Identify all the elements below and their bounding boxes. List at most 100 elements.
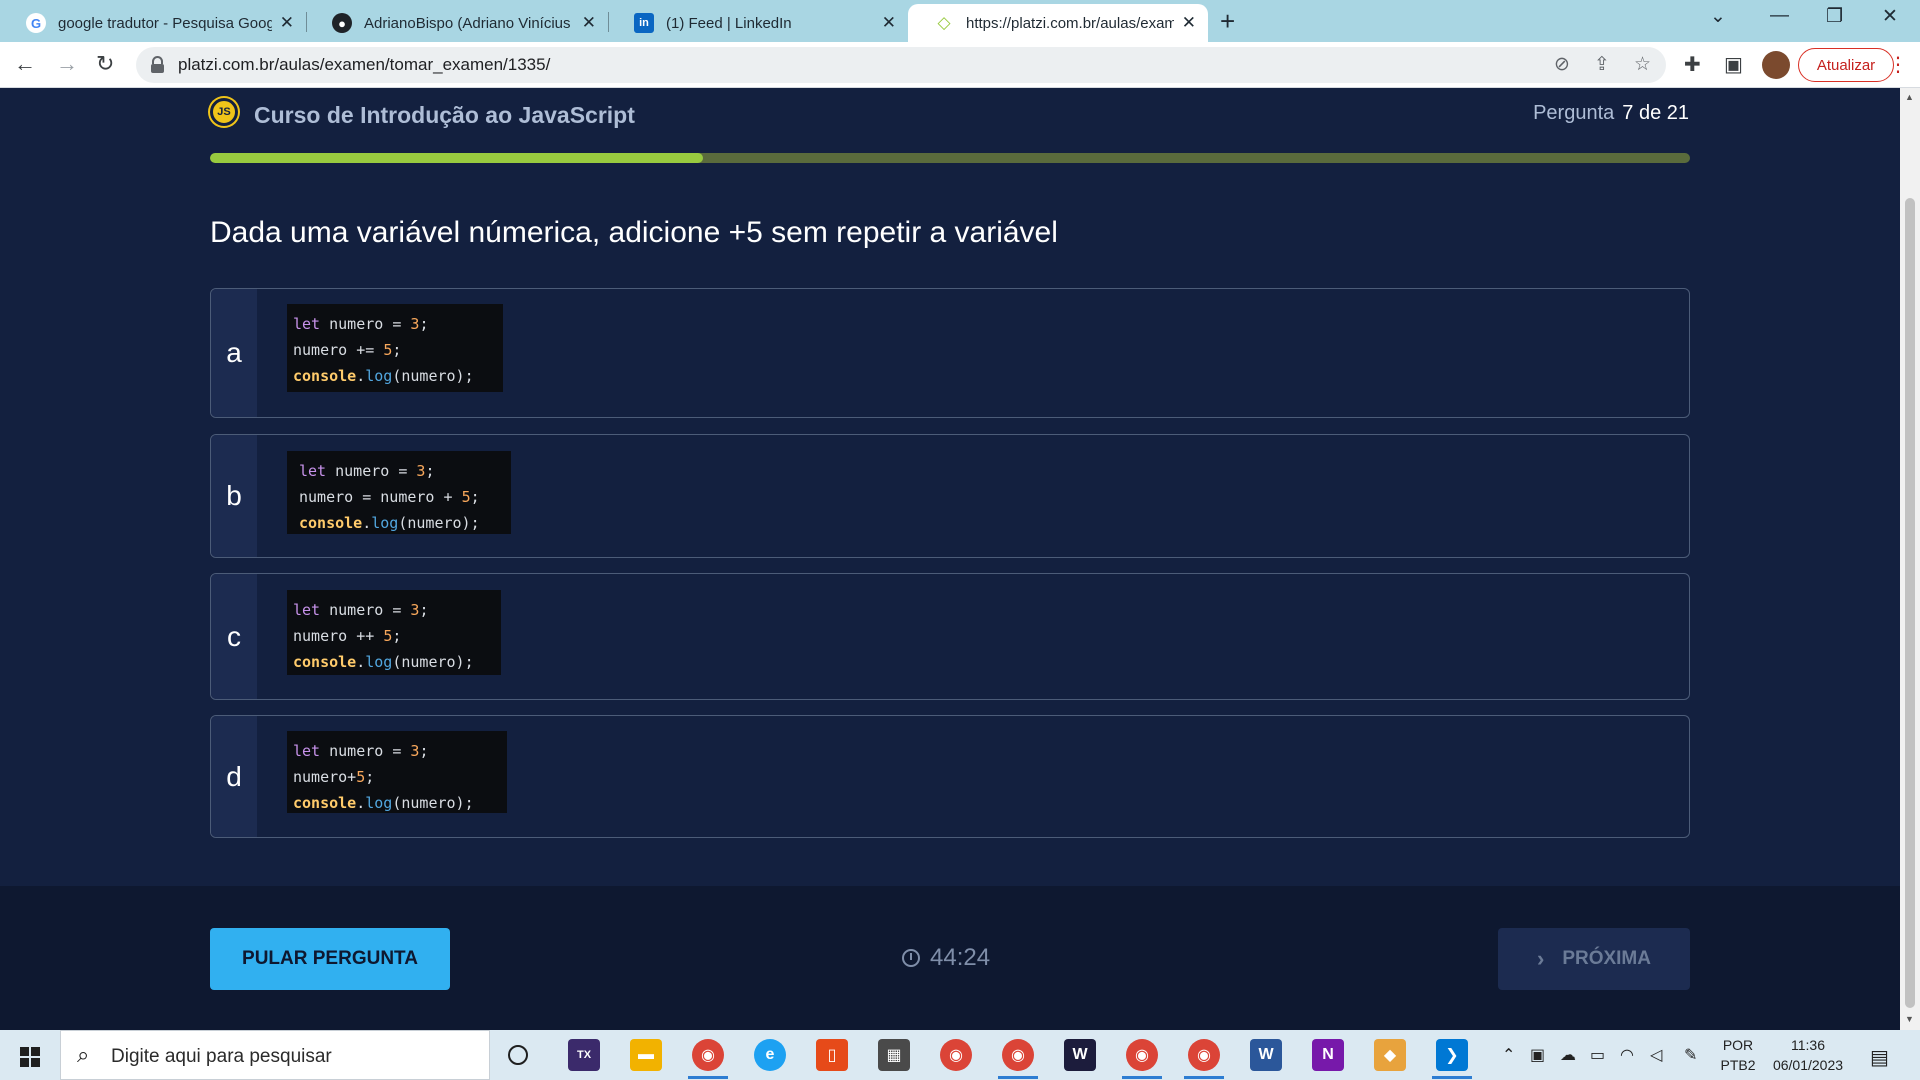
url-text[interactable]: platzi.com.br/aulas/examen/tomar_examen/… <box>178 55 550 75</box>
app-active-indicator <box>688 1076 728 1079</box>
word-icon[interactable]: W <box>1250 1039 1282 1071</box>
office-icon[interactable]: ▯ <box>816 1039 848 1071</box>
code-line: let numero = 3; <box>299 462 435 480</box>
search-placeholder: Digite aqui para pesquisar <box>111 1046 332 1067</box>
edge-icon[interactable]: e <box>754 1039 786 1071</box>
chrome-app-icon[interactable]: ◉ <box>1126 1039 1158 1071</box>
reload-icon[interactable]: ↻ <box>96 51 114 77</box>
exam-timer: 44:24 <box>902 944 990 972</box>
answer-option-c[interactable]: c let numero = 3; numero ++ 5; console.log… <box>210 573 1690 700</box>
wifi-icon[interactable]: ◠ <box>1620 1045 1634 1065</box>
forward-icon[interactable]: → <box>56 51 78 77</box>
code-line: let numero = 3; <box>293 742 429 760</box>
option-letter: d <box>211 716 257 837</box>
browser-toolbar: ← → ↻ platzi.com.br/aulas/examen/tomar_e… <box>0 42 1920 88</box>
texstudio-icon[interactable]: TX <box>568 1039 600 1071</box>
extensions-icon[interactable]: ✚ <box>1684 52 1701 77</box>
app-active-indicator <box>998 1076 1038 1079</box>
tab-search-icon[interactable]: ⌄ <box>1710 5 1726 28</box>
answer-option-b[interactable]: b let numero = 3; numero = numero + 5; con… <box>210 434 1690 558</box>
stopwatch-icon <box>902 949 920 967</box>
course-title: Curso de Introdução ao JavaScript <box>254 102 635 128</box>
close-icon[interactable]: ✕ <box>882 13 896 33</box>
next-question-button[interactable]: › PRÓXIMA <box>1498 928 1690 990</box>
onenote-icon[interactable]: N <box>1312 1039 1344 1071</box>
address-bar[interactable]: platzi.com.br/aulas/examen/tomar_examen/… <box>136 47 1666 83</box>
new-tab-icon[interactable]: + <box>1220 6 1235 37</box>
lock-icon[interactable] <box>151 56 164 73</box>
back-icon[interactable]: ← <box>14 51 36 77</box>
windows-start-icon[interactable] <box>20 1047 40 1067</box>
webex-icon[interactable]: W <box>1064 1039 1096 1071</box>
scroll-down-icon[interactable]: ▼ <box>1905 1014 1914 1024</box>
meet-now-icon[interactable]: ▣ <box>1530 1045 1545 1065</box>
code-snippet: let numero = 3; numero ++ 5; console.log(n… <box>287 590 501 675</box>
browser-tab-linkedin[interactable]: in (1) Feed | LinkedIn ✕ <box>608 4 908 42</box>
exam-page: JS Curso de Introdução ao JavaScript Per… <box>0 88 1900 1030</box>
question-counter-label: Pergunta <box>1533 102 1615 124</box>
minimize-icon[interactable]: — <box>1770 5 1789 27</box>
share-icon[interactable]: ⇪ <box>1594 53 1610 76</box>
browser-tab-google[interactable]: G google tradutor - Pesquisa Goog ✕ <box>0 4 306 42</box>
exam-progress-fill <box>210 153 703 163</box>
close-icon[interactable]: ✕ <box>582 13 596 33</box>
tab-title: https://platzi.com.br/aulas/exam <box>966 14 1174 32</box>
battery-icon[interactable]: ▭ <box>1590 1045 1605 1065</box>
question-counter: Pergunta 7 de 21 <box>1533 102 1689 125</box>
clock-date: 06/01/2023 <box>1772 1057 1844 1073</box>
cortana-icon[interactable] <box>508 1045 528 1065</box>
eye-off-icon[interactable]: ⊘ <box>1554 53 1570 76</box>
profile-avatar[interactable] <box>1762 51 1790 79</box>
restore-icon[interactable]: ❐ <box>1826 5 1843 28</box>
notifications-icon[interactable]: ▤ <box>1870 1045 1889 1070</box>
show-hidden-icons-chevron-icon[interactable]: ⌃ <box>1502 1045 1515 1065</box>
code-line: let numero = 3; <box>293 601 429 619</box>
close-window-icon[interactable]: ✕ <box>1882 5 1898 28</box>
option-letter: c <box>211 574 257 699</box>
more-menu-icon[interactable]: ⋮ <box>1888 52 1908 77</box>
chrome-profile-icon[interactable]: ◉ <box>692 1039 724 1071</box>
chevron-right-icon: › <box>1536 946 1545 971</box>
side-panel-icon[interactable]: ▣ <box>1724 52 1743 77</box>
answer-option-a[interactable]: a let numero = 3; numero += 5; console.log… <box>210 288 1690 418</box>
app-active-indicator <box>1122 1076 1162 1079</box>
calculator-icon[interactable]: ▦ <box>878 1039 910 1071</box>
update-button[interactable]: Atualizar <box>1798 48 1894 82</box>
volume-icon[interactable]: ◁ <box>1650 1045 1662 1065</box>
platzi-icon: ◇ <box>934 13 954 33</box>
scroll-up-icon[interactable]: ▲ <box>1905 92 1914 102</box>
next-label: PRÓXIMA <box>1562 948 1651 969</box>
browser-tab-strip: G google tradutor - Pesquisa Goog ✕ ● Ad… <box>0 0 1920 42</box>
code-line: let numero = 3; <box>293 315 429 333</box>
code-line: console.log(numero); <box>293 367 474 385</box>
chrome-icon[interactable]: ◉ <box>940 1039 972 1071</box>
exam-progress-bar <box>210 153 1690 163</box>
pen-icon[interactable]: ✎ <box>1684 1045 1697 1065</box>
tab-title: (1) Feed | LinkedIn <box>666 14 792 32</box>
git-kraken-icon[interactable]: ◆ <box>1374 1039 1406 1071</box>
system-clock[interactable]: 11:36 06/01/2023 <box>1766 1035 1850 1075</box>
chrome-active-icon[interactable]: ◉ <box>1002 1039 1034 1071</box>
linkedin-icon: in <box>634 13 654 33</box>
input-language[interactable]: POR PTB2 <box>1716 1035 1760 1075</box>
tab-title: google tradutor - Pesquisa Goog <box>58 14 272 32</box>
page-scrollbar[interactable]: ▲ ▼ <box>1900 88 1920 1030</box>
browser-tab-github[interactable]: ● AdrianoBispo (Adriano Vinícius B ✕ <box>306 4 608 42</box>
close-icon[interactable]: ✕ <box>1182 13 1196 33</box>
code-line: numero ++ 5; <box>293 627 402 645</box>
taskbar-search-box[interactable]: ⌕ Digite aqui para pesquisar <box>60 1030 490 1080</box>
browser-tab-platzi[interactable]: ◇ https://platzi.com.br/aulas/exam ✕ <box>908 4 1208 42</box>
bookmark-star-icon[interactable]: ☆ <box>1634 53 1651 76</box>
chrome-user-icon[interactable]: ◉ <box>1188 1039 1220 1071</box>
code-line: numero = numero + 5; <box>299 488 480 506</box>
google-icon: G <box>26 13 46 33</box>
tab-title: AdrianoBispo (Adriano Vinícius B <box>364 14 574 32</box>
vscode-icon[interactable]: ❯ <box>1436 1039 1468 1071</box>
scrollbar-thumb[interactable] <box>1905 198 1915 1008</box>
close-icon[interactable]: ✕ <box>280 13 294 33</box>
answer-option-d[interactable]: d let numero = 3; numero+5; console.log(nu… <box>210 715 1690 838</box>
code-line: console.log(numero); <box>299 514 480 532</box>
skip-question-button[interactable]: PULAR PERGUNTA <box>210 928 450 990</box>
onedrive-icon[interactable]: ☁ <box>1560 1045 1576 1065</box>
file-explorer-icon[interactable]: ▬ <box>630 1039 662 1071</box>
